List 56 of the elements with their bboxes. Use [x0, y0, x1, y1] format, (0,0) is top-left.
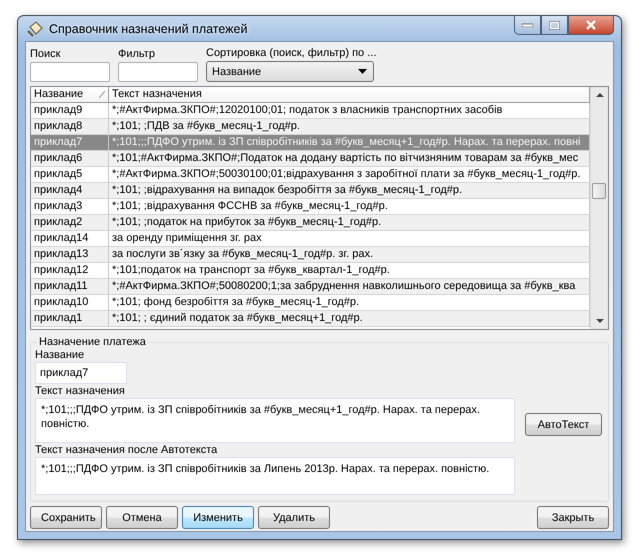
column-header[interactable]: Текст назначения [109, 87, 590, 102]
result-label: Текст назначения после Автотекста [35, 443, 218, 457]
maximize-icon [549, 20, 560, 30]
table-row[interactable]: приклад8 *;101; ;ПДВ за #букв_месяц-1_год#р. [31, 119, 590, 135]
scrollbar[interactable] [590, 87, 608, 329]
close-dialog-button[interactable]: Закрыть [537, 506, 609, 529]
table-cell: приклад10 [31, 295, 109, 310]
table-cell: приклад6 [31, 151, 109, 166]
minimize-button[interactable] [514, 16, 541, 35]
table-cell: приклад12 [31, 263, 109, 278]
close-icon [585, 20, 597, 30]
filter-field[interactable] [118, 62, 198, 82]
filter-label: Фильтр [118, 47, 156, 61]
column-header[interactable]: Название [31, 87, 109, 102]
result-field[interactable]: *;101;;;ПДФО утрим. із ЗП співробітників за Липень 2013р. Нарах. та перерах. повністю. [35, 457, 515, 495]
table-row[interactable]: приклад11 *;#АктФирма.ЗКПО#;50080200;1;за забруднення навколишнього середовища за #букв_ква [31, 279, 590, 295]
text-field[interactable]: *;101;;;ПДФО утрим. із ЗП співробітників за #букв_месяц+1_год#р. Нарах. та перерах. повністю. [35, 398, 515, 443]
table-row[interactable]: приклад4 *;101; ;відрахування на випадок безробіття за #букв_месяц-1_год#р. [31, 183, 590, 199]
table-cell: приклад4 [31, 183, 109, 198]
text-label: Текст назначения [35, 384, 126, 398]
name-label: Название [35, 348, 86, 362]
notepad-icon [27, 20, 43, 36]
table-cell: приклад3 [31, 199, 109, 214]
close-button[interactable] [568, 16, 614, 35]
table-row[interactable]: приклад1 *;101; ; єдиний податок за #букв_месяц+1_год#р. [31, 311, 590, 327]
name-field[interactable]: приклад7 [35, 362, 127, 384]
table-cell: приклад11 [31, 279, 109, 294]
search-field[interactable] [30, 62, 110, 82]
table-cell: приклад7 [31, 135, 109, 150]
scroll-down-icon[interactable] [594, 318, 604, 324]
table-row[interactable]: приклад2 *;101; ;податок на прибуток за #букв_месяц-1_год#р. [31, 215, 590, 231]
sort-dropdown[interactable]: Название [206, 61, 374, 82]
action-button[interactable]: Удалить [258, 506, 330, 529]
action-button[interactable]: Отмена [106, 506, 178, 529]
table-cell: приклад2 [31, 215, 109, 230]
table-row[interactable]: приклад13 за послуги зв´язку за #букв_месяц-1_год#р. зг. рах. [31, 247, 590, 263]
scroll-thumb[interactable] [592, 183, 606, 199]
table-cell: приклад5 [31, 167, 109, 182]
maximize-button[interactable] [541, 16, 568, 35]
table-row[interactable]: приклад6 *;101;#АктФирма.ЗКПО#;Податок на додану вартість по вітчизняним товарам за #букв_мес [31, 151, 590, 167]
autotext-button[interactable]: АвтоТекст [525, 413, 602, 436]
table-cell: приклад14 [31, 231, 109, 246]
action-button[interactable]: Изменить [182, 506, 254, 529]
table-cell: приклад9 [31, 103, 109, 118]
minimize-icon [522, 23, 533, 27]
table-cell: приклад1 [31, 311, 109, 326]
table-cell: приклад13 [31, 247, 109, 262]
scroll-up-icon[interactable] [594, 92, 604, 98]
sort-label: Сортировка (поиск, фильтр) по ... [206, 46, 376, 60]
table-cell: приклад8 [31, 119, 109, 134]
search-label: Поиск [30, 47, 62, 61]
caret-icon [358, 69, 367, 74]
window-title: Справочник назначений платежей [49, 22, 248, 36]
action-button[interactable]: Сохранить [30, 506, 102, 529]
sort-icon [99, 91, 105, 98]
group-title: Назначение платежа [38, 336, 147, 348]
